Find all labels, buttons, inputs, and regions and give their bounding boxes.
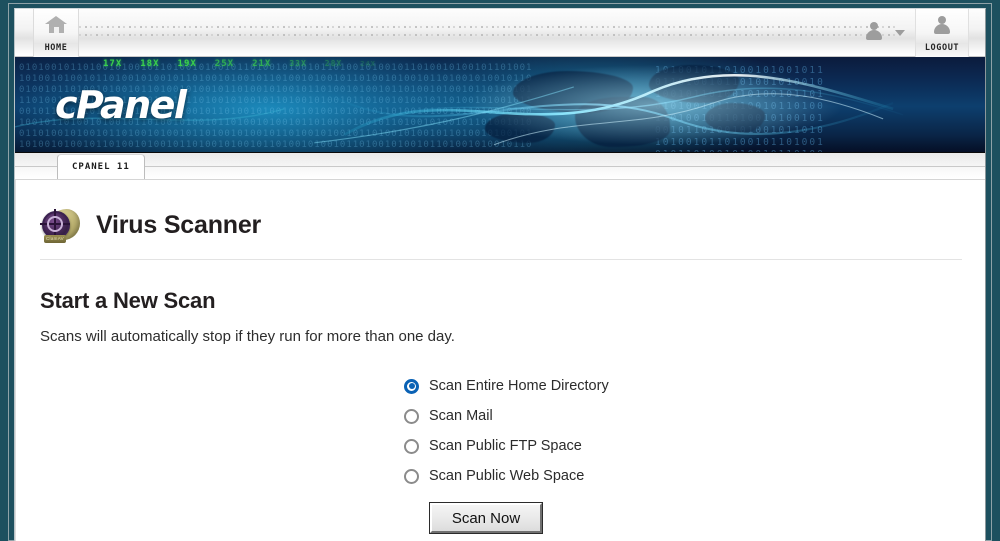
banner-tick: 19X — [177, 59, 197, 69]
banner-tick: 21X — [252, 59, 272, 69]
house-icon — [45, 16, 67, 33]
radio-icon[interactable] — [404, 378, 419, 394]
scan-options-group: Scan Entire Home Directory Scan Mail Sca… — [404, 371, 985, 491]
scan-option-label: Scan Entire Home Directory — [429, 378, 609, 394]
home-button[interactable]: HOME — [33, 9, 79, 57]
cpanel-banner: 0101001011010010100101101001010010110100… — [15, 57, 985, 153]
page-header: ClamAV Virus Scanner — [40, 206, 985, 244]
banner-tick-values: 17X 18X 19X 25X 21X 33X 28X 24X — [103, 59, 394, 69]
tab-strip: CPANEL 11 — [15, 153, 985, 180]
main-content: ClamAV Virus Scanner Start a New Scan Sc… — [15, 180, 985, 541]
user-avatar-icon — [865, 22, 883, 40]
banner-tick: 25X — [214, 59, 235, 69]
banner-tick: 28X — [324, 59, 343, 68]
section-title: Start a New Scan — [40, 288, 216, 313]
banner-tick: 24X — [360, 60, 376, 68]
page-title: Virus Scanner — [96, 210, 262, 239]
radio-icon[interactable] — [404, 438, 419, 454]
radio-icon[interactable] — [404, 468, 419, 484]
header-divider — [40, 259, 962, 260]
scan-option-entire-home-directory[interactable]: Scan Entire Home Directory — [404, 371, 985, 401]
cpanel-logo: cPanel — [55, 83, 187, 127]
tab-cpanel-11[interactable]: CPANEL 11 — [57, 154, 145, 179]
scan-option-public-web-space[interactable]: Scan Public Web Space — [404, 461, 985, 491]
banner-tick: 17X — [103, 59, 123, 69]
scan-option-label: Scan Public FTP Space — [429, 438, 582, 454]
logout-button-label: LOGOUT — [924, 43, 960, 53]
radio-icon[interactable] — [404, 408, 419, 424]
scan-option-mail[interactable]: Scan Mail — [404, 401, 985, 431]
cpanel-window: HOME LOGOUT 0101001011010010100101101001… — [14, 8, 986, 541]
user-account-menu[interactable] — [865, 22, 905, 44]
scan-option-public-ftp-space[interactable]: Scan Public FTP Space — [404, 431, 985, 461]
scan-option-label: Scan Mail — [429, 408, 493, 424]
section-description: Scans will automatically stop if they ru… — [40, 328, 455, 345]
clamav-virus-scanner-icon: ClamAV — [40, 206, 82, 244]
top-navigation-bar: HOME LOGOUT — [15, 9, 985, 57]
banner-tick: 18X — [140, 59, 160, 69]
user-logout-icon — [933, 16, 951, 34]
home-button-label: HOME — [44, 43, 68, 53]
banner-tick: 33X — [289, 59, 307, 68]
scan-now-button[interactable]: Scan Now — [429, 502, 543, 534]
logout-button[interactable]: LOGOUT — [915, 9, 969, 57]
tab-strip-rule — [15, 166, 985, 167]
scan-option-label: Scan Public Web Space — [429, 468, 585, 484]
topbar-dotted-texture — [73, 25, 895, 41]
chevron-down-icon — [895, 30, 905, 36]
